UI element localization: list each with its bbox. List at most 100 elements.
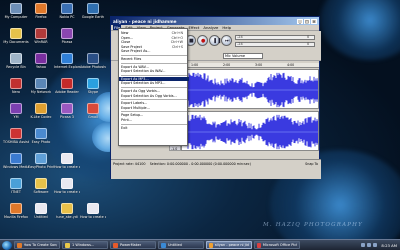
desktop-icon[interactable]: How to create clipmovie...	[54, 153, 80, 177]
desktop-icon[interactable]: Recycle Bin	[3, 53, 29, 77]
taskbar-item[interactable]: Microsoft Office Picture...	[254, 241, 300, 249]
menu-item[interactable]: Save Project As...	[119, 49, 189, 53]
menu-analyze[interactable]: Analyze	[203, 25, 218, 30]
desktop-icon[interactable]: EasyPhoto Print	[28, 153, 54, 177]
clock[interactable]: 8:23 AM	[381, 243, 397, 248]
photo-icon	[35, 128, 47, 139]
picasa-icon	[61, 103, 73, 114]
menu-item[interactable]: Export Multiple...	[119, 106, 189, 110]
desktop-icon[interactable]: Nokia PC	[54, 3, 80, 27]
network-icon[interactable]	[367, 243, 372, 247]
menu-item[interactable]: Export As WAV...	[119, 65, 189, 69]
file-menu-dropdown: New Ctrl+N Open... Ctrl+O Close Ctrl+W Save Pr…	[118, 28, 189, 146]
desktop-icon[interactable]: WinRAR	[28, 28, 54, 52]
desktop-icon[interactable]: Untitled	[28, 203, 54, 227]
desktop-icon[interactable]: tune_ake.ydi	[54, 203, 80, 227]
desktop-icon[interactable]: Picasa 3	[54, 103, 80, 127]
menu-effect[interactable]: Effect	[188, 25, 199, 30]
desktop-icon[interactable]: ITNET	[3, 178, 29, 202]
app-icon	[65, 242, 70, 248]
desktop-icon[interactable]: Firefox	[28, 3, 54, 27]
desktop-icon[interactable]: Google Earth	[80, 3, 106, 27]
ruler-tick-label: 3:00	[255, 63, 263, 67]
menu-item-shortcut	[183, 65, 189, 69]
input-volume-select[interactable]: Mic Volume	[223, 53, 263, 59]
menu-item[interactable]: Export Selection As MP3...	[119, 81, 189, 85]
menu-item[interactable]: Export Selection As WAV...	[119, 69, 189, 73]
menu-item[interactable]: Recent Files	[119, 57, 189, 61]
menu-item[interactable]: New Ctrl+N	[119, 31, 189, 35]
menu-item[interactable]: Export As MP3...	[119, 76, 189, 81]
record-icon: ●	[201, 38, 206, 44]
audio-track-left[interactable]	[181, 69, 319, 109]
desktop-icon[interactable]: My Computer	[3, 3, 29, 27]
desktop-icon[interactable]: TOSHIBA Assist	[3, 128, 29, 152]
audio-file-icon	[61, 203, 73, 214]
desktop-icon[interactable]: My Network	[28, 78, 54, 102]
desktop-icon[interactable]: Gmail	[80, 103, 106, 127]
menu-item[interactable]: Export As Ogg Vorbis...	[119, 89, 189, 93]
menu-item[interactable]: Close Ctrl+W	[119, 40, 189, 44]
desktop-icon[interactable]: Mozilla Firefox	[3, 203, 29, 227]
menu-help[interactable]: Help	[222, 25, 231, 30]
menu-item-label: Save Project	[121, 44, 143, 49]
desktop-icon[interactable]: K-Lite Codec	[28, 103, 54, 127]
menu-item[interactable]: Open... Ctrl+O	[119, 36, 189, 40]
desktop-icon[interactable]: How to create clipmovie...	[54, 178, 80, 202]
taskbar-item[interactable]: 1 Windows...	[62, 241, 108, 249]
taskbar-item-label: aliyan - peace ni jidhamme	[214, 243, 249, 247]
menu-item[interactable]: Export Selection As Ogg Vorbis...	[119, 94, 189, 98]
taskbar-item[interactable]: Untitled	[158, 241, 204, 249]
menu-item[interactable]: Save Project Ctrl+S	[119, 45, 189, 49]
app-icon	[161, 242, 166, 248]
desktop-icon[interactable]: How to create clipmovie...	[80, 203, 106, 227]
battery-icon[interactable]	[373, 243, 378, 247]
desktop-icon[interactable]: Skype	[80, 78, 106, 102]
menu-item[interactable]: Page Setup...	[119, 113, 189, 117]
audio-track-right[interactable]	[181, 111, 319, 151]
desktop-icon[interactable]: Picasa	[54, 28, 80, 52]
desktop-icon[interactable]: YM	[3, 103, 29, 127]
yahoo-icon	[35, 53, 47, 64]
menu-item-label: Exit	[121, 125, 128, 130]
desktop-icon[interactable]: Adobe Reader	[54, 78, 80, 102]
taskbar-item-label: Microsoft Office Picture...	[262, 243, 297, 247]
desktop-icon-label: Gmail	[88, 115, 98, 119]
snap-to-checkbox[interactable]: Snap To	[305, 162, 318, 166]
taskbar-item[interactable]: How To Create Songs	[14, 241, 60, 249]
desktop-icon[interactable]: Internet Explorer	[54, 53, 80, 77]
record-button[interactable]: ●	[197, 35, 208, 46]
menu-item-shortcut	[183, 126, 189, 130]
menu-item[interactable]: Print...	[119, 118, 189, 122]
window-titlebar[interactable]: aliyan - peace ni jidhamme _ □ ×	[111, 17, 319, 25]
volume-icon[interactable]	[361, 243, 366, 247]
desktop-icon[interactable]: Yahoo	[28, 53, 54, 77]
desktop-icon[interactable]: My Documents	[3, 28, 29, 52]
messenger-icon	[10, 103, 22, 114]
menu-item[interactable]: Export Labels...	[119, 101, 189, 105]
taskbar-item[interactable]: aliyan - peace ni jidhamme	[206, 241, 252, 249]
pause-button[interactable]: ❚❚	[209, 35, 221, 46]
minimize-icon[interactable]: _	[297, 18, 303, 24]
desktop-icon[interactable]: Adobe Photoshop	[80, 53, 106, 77]
desktop-icon-label: Nokia PC	[59, 15, 75, 19]
start-button[interactable]	[2, 240, 12, 250]
project-rate[interactable]: Project rate: 44100	[113, 162, 146, 166]
skip-end-button[interactable]: ⏭	[221, 35, 232, 46]
app-icon	[257, 242, 261, 248]
menu-separator	[121, 55, 187, 56]
close-icon[interactable]: ×	[311, 18, 317, 24]
document-icon	[35, 203, 47, 214]
desktop-icon[interactable]: Easy Photo	[28, 128, 54, 152]
timeline-ruler[interactable]: 1:00 2:00 3:00 4:00	[181, 63, 319, 68]
system-tray: 8:23 AM	[359, 243, 400, 248]
selection-readout: Selection: 0:00.000000 - 0:00.000000 (0:…	[149, 161, 251, 166]
menu-item-label: Close	[121, 40, 131, 45]
desktop-icon[interactable]: Software	[28, 178, 54, 202]
taskbar-item[interactable]: PowerMaker	[110, 241, 156, 249]
desktop-icon[interactable]: Windows Media Player	[3, 153, 29, 177]
menu-item[interactable]: Exit	[119, 126, 189, 130]
desktop-icon[interactable]: Nero	[3, 78, 29, 102]
menu-item-shortcut	[183, 89, 189, 93]
maximize-icon[interactable]: □	[304, 18, 310, 24]
